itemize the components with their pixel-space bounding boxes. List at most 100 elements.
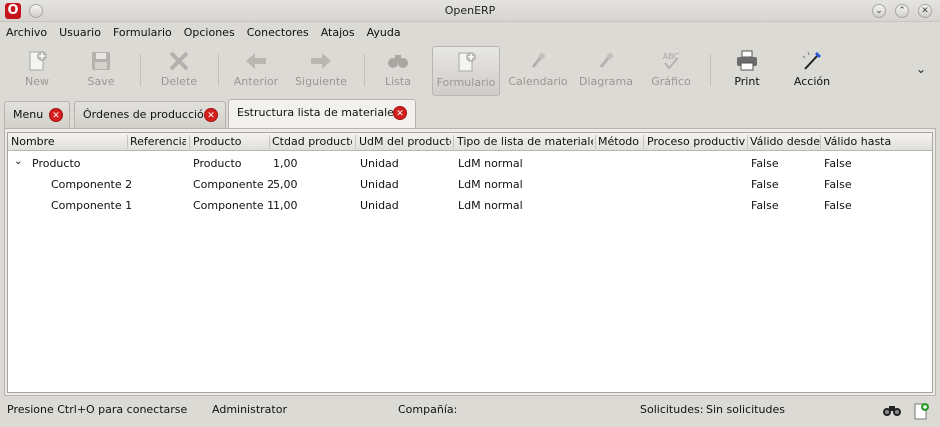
delete-button[interactable]: Delete <box>154 46 204 96</box>
graph-label: Gráfico <box>651 75 691 88</box>
close-tab-icon[interactable]: ✕ <box>393 106 407 120</box>
diagram-view-button[interactable]: Diagrama <box>576 46 636 96</box>
grid-header: Nombre Referencia Producto Ctdad product… <box>8 133 932 151</box>
expand-chevron-icon[interactable]: ⌄ <box>14 156 22 167</box>
cell-udm: Unidad <box>360 157 399 170</box>
diagram-pin-icon <box>599 53 613 68</box>
cell-tipo: LdM normal <box>458 178 523 191</box>
menu-ayuda[interactable]: Ayuda <box>361 23 407 43</box>
requests-label: Solicitudes: <box>640 403 704 416</box>
cell-cantidad: 5,00 <box>273 178 298 191</box>
cell-producto: Componente 1 <box>193 199 275 212</box>
menu-usuario[interactable]: Usuario <box>53 23 107 43</box>
table-row[interactable]: Componente 1 Componente 1 1,00 Unidad Ld… <box>8 195 932 216</box>
connect-hint: Presione Ctrl+O para conectarse <box>7 403 188 416</box>
printer-icon <box>737 50 757 71</box>
content-panel: Nombre Referencia Producto Ctdad product… <box>4 128 936 396</box>
cell-producto: Componente 2 <box>193 178 275 191</box>
close-window-icon[interactable]: ✕ <box>918 4 932 18</box>
column-header-ctdad-producto[interactable]: Ctdad producto <box>272 135 352 148</box>
menu-bar: Archivo Usuario Formulario Opciones Cone… <box>0 23 940 43</box>
binoculars-icon <box>388 55 408 68</box>
toolbar-overflow-chevron-icon[interactable]: ⌄ <box>916 62 926 76</box>
next-label: Siguiente <box>295 75 347 88</box>
new-label: New <box>25 75 49 88</box>
cell-nombre: Componente 2 <box>51 178 133 191</box>
next-button[interactable]: Siguiente <box>291 46 351 96</box>
column-separator[interactable] <box>269 135 270 149</box>
column-header-tipo-lista[interactable]: Tipo de lista de materiales <box>457 135 593 148</box>
column-header-proceso-productivo[interactable]: Proceso productivo <box>647 135 745 148</box>
toolbar-separator <box>710 54 711 86</box>
tab-label: Órdenes de producción <box>83 108 211 121</box>
menu-atajos[interactable]: Atajos <box>315 23 361 43</box>
column-separator[interactable] <box>355 135 356 149</box>
new-button[interactable]: New <box>14 46 60 96</box>
graph-view-button[interactable]: ABC Gráfico <box>646 46 696 96</box>
search-requests-binoculars-icon[interactable] <box>882 402 902 418</box>
menu-conectores[interactable]: Conectores <box>241 23 315 43</box>
toolbar-separator <box>364 54 365 86</box>
cell-tipo: LdM normal <box>458 199 523 212</box>
column-header-nombre[interactable]: Nombre <box>11 135 121 148</box>
minimize-icon[interactable]: ⌄ <box>872 4 886 18</box>
tab-menu[interactable]: Menu ✕ <box>4 101 70 128</box>
menu-formulario[interactable]: Formulario <box>107 23 178 43</box>
toolbar: New Save Delete Anterior Siguiente Lista <box>0 44 940 98</box>
bom-tree-grid: Nombre Referencia Producto Ctdad product… <box>7 132 933 393</box>
list-label: Lista <box>385 75 411 88</box>
maximize-icon[interactable]: ⌃ <box>895 4 909 18</box>
previous-label: Anterior <box>233 75 279 88</box>
column-header-producto[interactable]: Producto <box>193 135 268 148</box>
calendar-label: Calendario <box>508 75 568 88</box>
delete-label: Delete <box>160 75 198 88</box>
cell-valido-desde: False <box>751 157 779 170</box>
table-row[interactable]: Componente 2 Componente 2 5,00 Unidad Ld… <box>8 174 932 195</box>
current-user: Administrator <box>212 403 287 416</box>
previous-button[interactable]: Anterior <box>228 46 284 96</box>
action-wand-icon <box>802 51 822 70</box>
arrow-right-icon <box>311 53 331 69</box>
company-label: Compañía: <box>398 403 458 416</box>
cell-udm: Unidad <box>360 199 399 212</box>
close-tab-icon[interactable]: ✕ <box>49 108 63 122</box>
cell-udm: Unidad <box>360 178 399 191</box>
close-tab-icon[interactable]: ✕ <box>204 108 218 122</box>
form-label: Formulario <box>436 76 496 89</box>
action-button[interactable]: Acción <box>788 46 836 96</box>
cell-valido-hasta: False <box>824 178 852 191</box>
column-separator[interactable] <box>189 135 190 149</box>
tab-label: Menu <box>13 108 44 121</box>
print-button[interactable]: Print <box>724 46 770 96</box>
save-disk-icon <box>92 52 110 70</box>
column-header-udm-producto[interactable]: UdM del producto <box>359 135 451 148</box>
column-header-metodo[interactable]: Método <box>598 135 642 148</box>
cell-valido-hasta: False <box>824 199 852 212</box>
column-separator[interactable] <box>127 135 128 149</box>
column-header-valido-desde[interactable]: Válido desde <box>750 135 820 148</box>
window-title: OpenERP <box>444 4 496 17</box>
table-row[interactable]: ⌄ Producto Producto 1,00 Unidad LdM norm… <box>8 153 932 174</box>
tab-ordenes-produccion[interactable]: Órdenes de producción ✕ <box>74 101 226 128</box>
cell-valido-desde: False <box>751 199 779 212</box>
column-separator[interactable] <box>747 135 748 149</box>
tab-estructura-lista-materiales[interactable]: Estructura lista de materiales ✕ <box>228 99 416 129</box>
requests-value: Sin solicitudes <box>706 403 785 416</box>
new-request-icon[interactable] <box>912 402 930 420</box>
calendar-view-button[interactable]: Calendario <box>506 46 570 96</box>
action-label: Acción <box>793 75 831 88</box>
list-view-button[interactable]: Lista <box>378 46 418 96</box>
form-view-button[interactable]: Formulario <box>432 46 500 96</box>
cell-cantidad: 1,00 <box>273 157 298 170</box>
column-header-valido-hasta[interactable]: Válido hasta <box>824 135 924 148</box>
column-separator[interactable] <box>453 135 454 149</box>
column-separator[interactable] <box>820 135 821 149</box>
right-edge <box>936 128 940 396</box>
column-separator[interactable] <box>643 135 644 149</box>
column-header-referencia[interactable]: Referencia <box>130 135 186 148</box>
save-button[interactable]: Save <box>78 46 124 96</box>
menu-opciones[interactable]: Opciones <box>178 23 241 43</box>
diagram-label: Diagrama <box>579 75 633 88</box>
column-separator[interactable] <box>595 135 596 149</box>
menu-archivo[interactable]: Archivo <box>0 23 53 43</box>
